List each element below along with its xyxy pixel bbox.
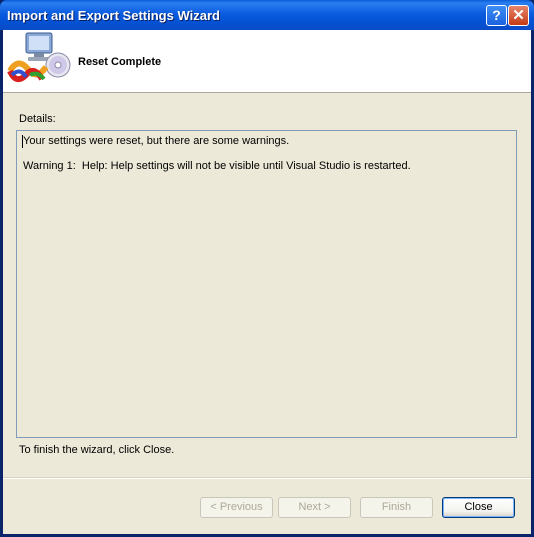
finish-button[interactable]: Finish xyxy=(360,497,433,518)
help-button[interactable]: ? xyxy=(486,5,507,26)
footer-separator xyxy=(3,477,531,479)
finish-instruction: To finish the wizard, click Close. xyxy=(19,444,175,456)
details-line: Your settings were reset, but there are … xyxy=(23,135,290,147)
wizard-header: Reset Complete xyxy=(3,30,531,93)
title-bar[interactable]: Import and Export Settings Wizard ? ✕ xyxy=(0,0,534,30)
next-button[interactable]: Next > xyxy=(278,497,351,518)
wizard-window: Import and Export Settings Wizard ? ✕ Re… xyxy=(0,0,534,537)
details-line: Warning 1: Help: Help settings will not … xyxy=(23,160,411,172)
wizard-client-area: Reset Complete Details: Your settings we… xyxy=(3,30,531,534)
visual-studio-settings-wizard-icon xyxy=(7,32,71,83)
close-button[interactable]: Close xyxy=(442,497,515,518)
page-title: Reset Complete xyxy=(78,56,162,68)
previous-button[interactable]: < Previous xyxy=(200,497,273,518)
details-label: Details: xyxy=(19,113,56,125)
window-title: Import and Export Settings Wizard xyxy=(7,8,220,23)
close-window-button[interactable]: ✕ xyxy=(508,5,529,26)
details-textbox[interactable]: Your settings were reset, but there are … xyxy=(16,130,517,438)
